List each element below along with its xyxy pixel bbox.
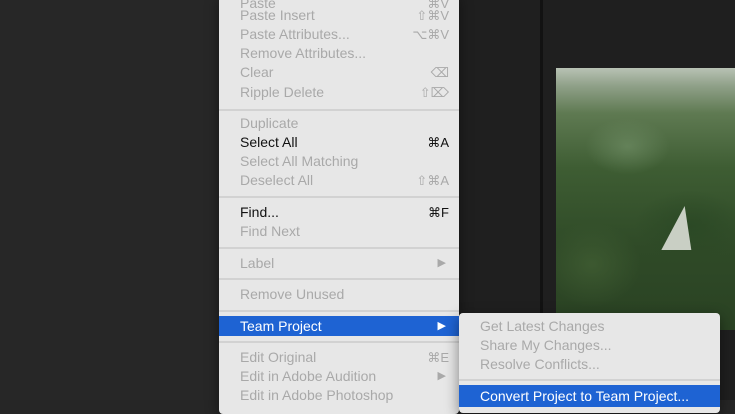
- menu-separator: [219, 247, 459, 249]
- menu-item-clear[interactable]: Clear ⌫: [219, 63, 459, 82]
- menu-item-select-all-matching[interactable]: Select All Matching: [219, 152, 459, 171]
- menu-item-deselect-all[interactable]: Deselect All ⇧⌘A: [219, 171, 459, 190]
- submenu-arrow-icon: ▶: [437, 320, 446, 332]
- menu-separator: [219, 341, 459, 343]
- submenu-arrow-icon: ▶: [437, 370, 446, 382]
- submenu-item-resolve-conflicts[interactable]: Resolve Conflicts...: [459, 355, 720, 374]
- forward-delete-key-icon: ⇧⌦: [419, 85, 449, 100]
- menu-separator: [459, 379, 720, 381]
- menu-item-paste-attributes[interactable]: Paste Attributes... ⌥⌘V: [219, 25, 459, 44]
- menu-item-remove-attributes[interactable]: Remove Attributes...: [219, 44, 459, 63]
- menu-item-ripple-delete[interactable]: Ripple Delete ⇧⌦: [219, 83, 459, 102]
- menu-item-label[interactable]: Label ▶: [219, 254, 459, 273]
- submenu-arrow-icon: ▶: [437, 257, 446, 269]
- menu-item-find[interactable]: Find... ⌘F: [219, 203, 459, 222]
- edit-menu: Paste ⌘V Paste Insert ⇧⌘V Paste Attribut…: [219, 0, 459, 414]
- menu-item-team-project[interactable]: Team Project ▶: [219, 316, 459, 336]
- menu-item-remove-unused[interactable]: Remove Unused: [219, 285, 459, 304]
- menu-separator: [219, 196, 459, 198]
- team-project-submenu: Get Latest Changes Share My Changes... R…: [459, 313, 720, 413]
- program-monitor-preview: [556, 68, 735, 330]
- project-panel-background: [0, 0, 219, 400]
- menu-item-edit-original[interactable]: Edit Original ⌘E: [219, 348, 459, 367]
- menu-item-duplicate[interactable]: Duplicate: [219, 114, 459, 133]
- menu-separator: [219, 109, 459, 111]
- submenu-item-get-latest-changes[interactable]: Get Latest Changes: [459, 317, 720, 336]
- pyramid-in-footage: [661, 206, 701, 250]
- menu-item-edit-in-photoshop[interactable]: Edit in Adobe Photoshop: [219, 386, 459, 405]
- menu-item-edit-in-audition[interactable]: Edit in Adobe Audition ▶: [219, 367, 459, 386]
- menu-separator: [219, 278, 459, 280]
- delete-key-icon: ⌫: [430, 65, 449, 80]
- menu-item-select-all[interactable]: Select All ⌘A: [219, 133, 459, 152]
- menu-separator: [219, 310, 459, 312]
- submenu-item-share-my-changes[interactable]: Share My Changes...: [459, 336, 720, 355]
- menu-item-paste-insert[interactable]: Paste Insert ⇧⌘V: [219, 6, 459, 25]
- menu-item-find-next[interactable]: Find Next: [219, 222, 459, 241]
- submenu-item-convert-project[interactable]: Convert Project to Team Project...: [459, 385, 720, 407]
